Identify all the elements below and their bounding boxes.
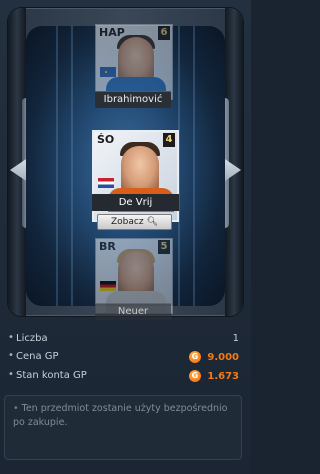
player-position: HAP [99, 26, 125, 39]
player-position: BR [99, 240, 116, 253]
netherlands-flag-icon [98, 178, 114, 188]
bullet-icon: • [8, 332, 14, 343]
stage-stripe [193, 26, 195, 306]
player-number: 5 [158, 240, 170, 254]
price-value: 9.000 [207, 352, 239, 363]
gp-coin-icon: G [188, 370, 201, 382]
player-portrait [118, 37, 154, 81]
bullet-icon: • [8, 369, 14, 380]
prev-player-card[interactable]: HAP 6 [95, 24, 173, 100]
gp-coin-icon: G [188, 351, 201, 363]
card-carousel: HAP 6 Ibrahimović ŚO 4 De Vrij Zobacz 🔍︎… [8, 8, 243, 320]
usage-note: • Ten przedmiot zostanie użyty bezpośred… [4, 395, 242, 460]
balance-value: 1.673 [207, 371, 239, 382]
germany-flag-icon [100, 281, 116, 291]
quantity-row: • Liczba 1 [8, 331, 243, 350]
player-position: ŚO [97, 133, 115, 146]
note-bullet: • [13, 403, 22, 414]
price-row: • Cena GP G 9.000 [8, 349, 243, 368]
player-portrait [121, 146, 159, 192]
next-player-name: Neuer [95, 303, 171, 320]
balance-value-group: G 1.673 [188, 370, 239, 382]
quantity-label: Liczba [16, 333, 48, 344]
player-portrait [118, 251, 154, 295]
player-number: 6 [158, 26, 170, 40]
player-number: 4 [163, 133, 175, 147]
sweden-flag-icon [100, 67, 116, 77]
balance-row: • Stan konta GP G 1.673 [8, 368, 243, 387]
view-card-label: Zobacz [110, 217, 144, 227]
bullet-icon: • [8, 350, 14, 361]
balance-label: Stan konta GP [16, 370, 87, 381]
price-label: Cena GP [16, 351, 59, 362]
stage-stripe [56, 26, 58, 306]
prev-player-name: Ibrahimović [95, 91, 171, 108]
note-text: Ten przedmiot zostanie użyty bezpośredni… [13, 403, 228, 428]
price-value-group: G 9.000 [188, 351, 239, 363]
current-player-name: De Vrij [92, 194, 179, 211]
item-panel: HAP 6 Ibrahimović ŚO 4 De Vrij Zobacz 🔍︎… [0, 0, 251, 474]
stage-stripe [71, 26, 73, 306]
magnifier-icon: 🔍︎ [146, 217, 158, 227]
quantity-value: 1 [232, 333, 239, 344]
view-card-button[interactable]: Zobacz 🔍︎ [97, 214, 172, 230]
